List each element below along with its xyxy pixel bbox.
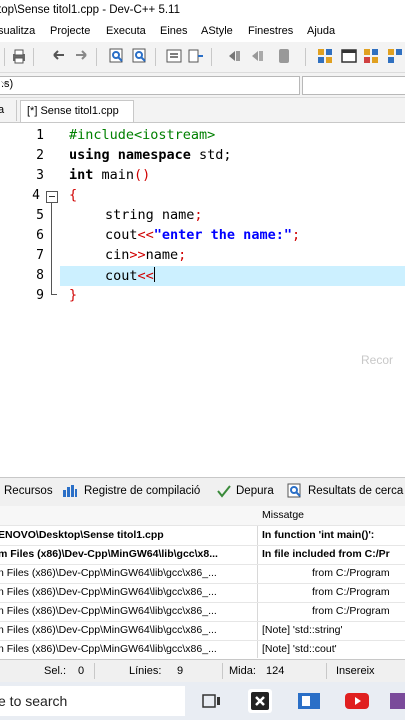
menu-view[interactable]: sualitza	[0, 25, 35, 37]
compile-log-icon	[62, 484, 78, 501]
code-line-2: using namespace std;	[69, 147, 232, 163]
toolbar	[0, 42, 405, 73]
watermark: Recor	[361, 353, 394, 367]
code-line-3: int main()	[69, 167, 151, 183]
code-editor[interactable]: 1 2 3 4 5 6 7 8 9 #include<iostream> usi…	[0, 123, 405, 473]
menu-astyle[interactable]: AStyle	[201, 25, 233, 37]
code-line-6: cout<<"enter the name:";	[105, 227, 301, 243]
app-taskbar-icon[interactable]	[296, 689, 322, 713]
line-number: 1	[36, 128, 44, 143]
code-line-1: #include<iostream>	[69, 127, 216, 143]
editor-tab-row: a [*] Sense titol1.cpp	[0, 98, 405, 123]
table-header: Missatge	[0, 506, 405, 526]
taskbar-search-box[interactable]: e to search	[0, 686, 185, 716]
text-cursor	[153, 267, 155, 282]
indent-icon[interactable]	[187, 47, 205, 65]
fold-toggle-icon[interactable]	[46, 191, 58, 203]
table-row[interactable]: n Files (x86)\Dev-Cpp\MinGW64\lib\gcc\x8…	[0, 640, 405, 660]
search-results-icon	[287, 483, 303, 502]
run-icon[interactable]	[340, 47, 358, 65]
bookmark-prev-icon[interactable]	[225, 47, 243, 65]
redo-icon[interactable]	[72, 47, 90, 65]
line-number: 3	[36, 168, 44, 183]
tab-resources[interactable]: Recursos	[4, 485, 53, 497]
tab-compile-log[interactable]: Registre de compilació	[84, 485, 200, 497]
replace-icon[interactable]	[131, 47, 149, 65]
code-line-4: {	[69, 187, 78, 203]
print-icon[interactable]	[10, 47, 28, 65]
line-number: 9	[36, 288, 44, 303]
menu-bar: sualitza Projecte Executa Eines AStyle F…	[0, 22, 405, 42]
fold-line-end	[51, 294, 57, 295]
compile-run-icon[interactable]	[362, 47, 380, 65]
tab-left-stub[interactable]: a	[0, 100, 17, 121]
table-row[interactable]: n Files (x86)\Dev-Cpp\MinGW64\lib\gcc\x8…	[0, 564, 405, 584]
table-row[interactable]: n Files (x86)\Dev-Cpp\MinGW64\lib\gcc\x8…	[0, 602, 405, 622]
status-size-value: 124	[266, 665, 285, 677]
bottom-panel-tabs: Recursos Registre de compilació Depura R…	[0, 477, 405, 507]
line-number: 8	[36, 268, 44, 283]
find-icon[interactable]	[108, 47, 126, 65]
app-taskbar-icon-2[interactable]	[388, 689, 405, 713]
code-line-8: cout<<	[105, 267, 155, 284]
menu-project[interactable]: Projecte	[50, 25, 90, 37]
status-bar: Sel.: 0 Línies: 9 Mida: 124 Insereix	[0, 659, 405, 682]
class-browser-row: .s) ⌵	[0, 73, 405, 98]
line-number: 7	[36, 248, 44, 263]
line-number: 6	[36, 228, 44, 243]
menu-execute[interactable]: Executa	[106, 25, 146, 37]
toggle-bookmark-icon[interactable]	[275, 47, 293, 65]
status-size-label: Mida:	[229, 665, 256, 677]
table-row[interactable]: n Files (x86)\Dev-Cpp\MinGW64\lib\gcc\x8…	[0, 621, 405, 641]
bookmark-next-icon[interactable]	[248, 47, 266, 65]
table-row[interactable]: n Files (x86)\Dev-Cpp\MinGW64\lib\gcc\x8…	[0, 583, 405, 603]
rebuild-icon[interactable]	[386, 47, 404, 65]
function-selector[interactable]: .s) ⌵	[0, 76, 300, 95]
line-number: 2	[36, 148, 44, 163]
secondary-selector[interactable]	[302, 76, 405, 95]
title-bar: top\Sense titol1.cpp - Dev-C++ 5.11	[0, 0, 405, 22]
menu-windows[interactable]: Finestres	[248, 25, 293, 37]
status-lines-value: 9	[177, 665, 184, 677]
code-line-9: }	[69, 287, 78, 303]
tab-search-results[interactable]: Resultats de cerca	[308, 485, 403, 497]
debug-check-icon	[216, 484, 232, 501]
chevron-down-icon: ⌵	[1, 77, 9, 88]
task-view-icon[interactable]	[200, 691, 222, 714]
code-line-7: cin>>name;	[105, 247, 187, 263]
menu-help[interactable]: Ajuda	[307, 25, 335, 37]
compiler-messages-table: Missatge ENOVO\Desktop\Sense titol1.cpp …	[0, 506, 405, 660]
code-line-5: string name;	[105, 207, 203, 223]
taskbar: e to search	[0, 682, 405, 720]
status-lines-label: Línies:	[129, 665, 162, 677]
tab-debug[interactable]: Depura	[236, 485, 274, 497]
table-row[interactable]: ENOVO\Desktop\Sense titol1.cpp In functi…	[0, 526, 405, 546]
menu-tools[interactable]: Eines	[160, 25, 188, 37]
fold-line	[51, 203, 52, 295]
line-number: 5	[36, 208, 44, 223]
goto-icon[interactable]	[165, 47, 183, 65]
devcpp-taskbar-icon[interactable]	[248, 689, 272, 713]
taskbar-search-placeholder: e to search	[0, 693, 68, 709]
status-sel-value: 0	[78, 665, 85, 677]
line-number: 4	[32, 188, 40, 203]
youtube-icon[interactable]	[343, 689, 371, 713]
tab-sense-titol1[interactable]: [*] Sense titol1.cpp	[20, 100, 134, 122]
table-row[interactable]: m Files (x86)\Dev-Cpp\MinGW64\lib\gcc\x8…	[0, 545, 405, 565]
status-mode: Insereix	[336, 665, 375, 677]
status-sel-label: Sel.:	[44, 665, 67, 677]
column-header-message[interactable]: Missatge	[262, 509, 405, 521]
undo-icon[interactable]	[50, 47, 68, 65]
compile-icon[interactable]	[316, 47, 334, 65]
window-title: top\Sense titol1.cpp - Dev-C++ 5.11	[0, 4, 180, 16]
